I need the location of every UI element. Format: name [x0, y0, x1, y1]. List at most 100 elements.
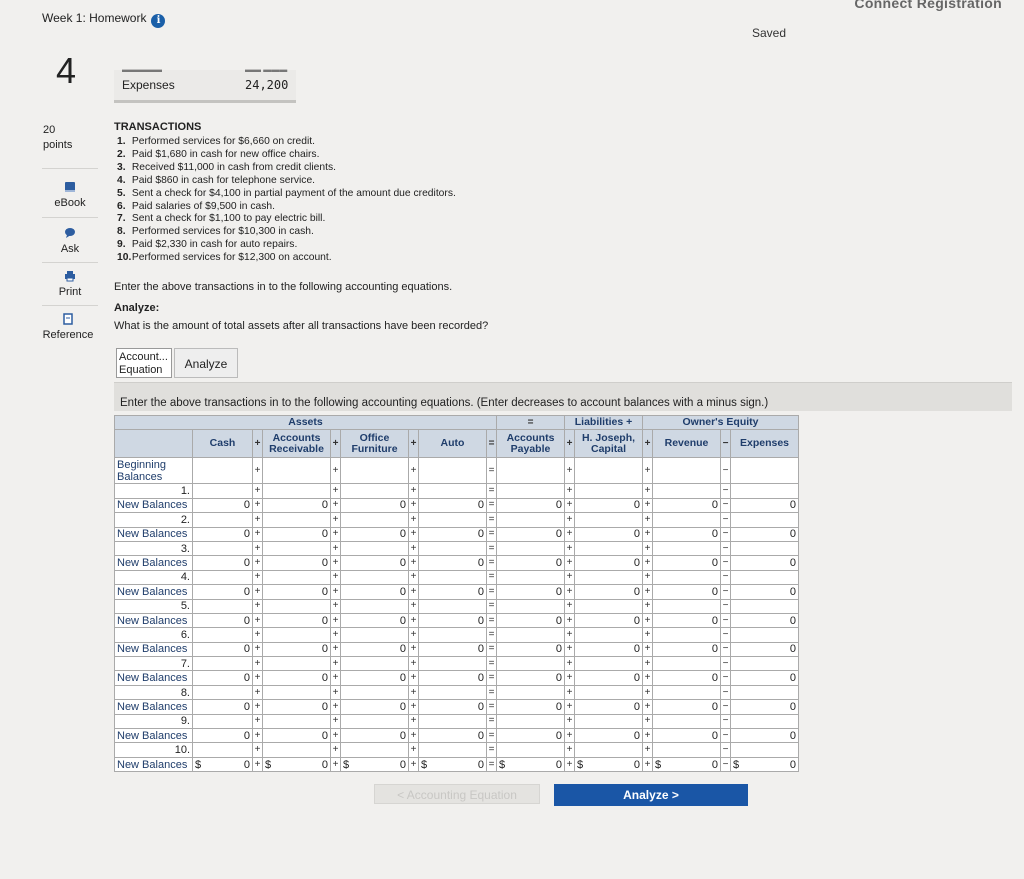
- input-office-furniture[interactable]: [340, 483, 409, 499]
- input-accounts-payable[interactable]: [496, 742, 565, 758]
- input-capital[interactable]: [574, 569, 643, 586]
- input-revenue[interactable]: [652, 483, 721, 499]
- input-expenses[interactable]: [730, 569, 799, 586]
- input-auto[interactable]: [418, 512, 487, 528]
- input-accounts-payable[interactable]: [496, 627, 565, 643]
- ask-button[interactable]: Ask: [42, 227, 98, 255]
- input-expenses[interactable]: [730, 540, 799, 557]
- input-auto[interactable]: [418, 713, 487, 730]
- input-capital[interactable]: [574, 627, 643, 643]
- input-expenses[interactable]: [730, 457, 799, 485]
- tab-accounting-equation[interactable]: Account... Equation: [116, 348, 172, 378]
- input-revenue[interactable]: [652, 457, 721, 485]
- prev-accounting-equation-button[interactable]: < Accounting Equation: [374, 784, 540, 804]
- input-accounts-payable[interactable]: [496, 512, 565, 528]
- input-expenses[interactable]: [730, 627, 799, 643]
- info-icon[interactable]: i: [151, 14, 166, 28]
- input-accounts-payable[interactable]: [496, 598, 565, 614]
- input-revenue[interactable]: [652, 569, 721, 586]
- input-accounts-receivable[interactable]: [262, 627, 331, 643]
- input-revenue[interactable]: [652, 656, 721, 672]
- input-auto[interactable]: [418, 627, 487, 643]
- input-cash[interactable]: [192, 684, 253, 701]
- dollar-sign: $: [265, 758, 272, 771]
- input-accounts-receivable[interactable]: [262, 457, 331, 485]
- input-auto[interactable]: [418, 540, 487, 557]
- input-accounts-receivable[interactable]: [262, 540, 331, 557]
- input-capital[interactable]: [574, 742, 643, 758]
- input-accounts-receivable[interactable]: [262, 656, 331, 672]
- input-revenue[interactable]: [652, 713, 721, 730]
- next-analyze-button[interactable]: Analyze >: [554, 784, 748, 806]
- input-cash[interactable]: [192, 627, 253, 643]
- input-capital[interactable]: [574, 483, 643, 499]
- input-auto[interactable]: [418, 598, 487, 614]
- input-accounts-payable[interactable]: [496, 483, 565, 499]
- input-cash[interactable]: [192, 483, 253, 499]
- input-expenses[interactable]: [730, 512, 799, 528]
- input-auto[interactable]: [418, 457, 487, 485]
- input-office-furniture[interactable]: [340, 713, 409, 730]
- input-accounts-payable[interactable]: [496, 684, 565, 701]
- input-office-furniture[interactable]: [340, 598, 409, 614]
- input-accounts-receivable[interactable]: [262, 713, 331, 730]
- ebook-button[interactable]: eBook: [42, 181, 98, 209]
- input-accounts-payable[interactable]: [496, 457, 565, 485]
- input-capital[interactable]: [574, 684, 643, 701]
- plus-sign: +: [642, 627, 653, 643]
- input-capital[interactable]: [574, 540, 643, 557]
- input-accounts-receivable[interactable]: [262, 598, 331, 614]
- input-revenue[interactable]: [652, 627, 721, 643]
- input-office-furniture[interactable]: [340, 742, 409, 758]
- input-accounts-receivable[interactable]: [262, 483, 331, 499]
- input-office-furniture[interactable]: [340, 656, 409, 672]
- input-office-furniture[interactable]: [340, 627, 409, 643]
- input-accounts-payable[interactable]: [496, 713, 565, 730]
- input-revenue[interactable]: [652, 598, 721, 614]
- input-cash[interactable]: [192, 512, 253, 528]
- input-office-furniture[interactable]: [340, 512, 409, 528]
- input-capital[interactable]: [574, 598, 643, 614]
- input-expenses[interactable]: [730, 483, 799, 499]
- input-cash[interactable]: [192, 656, 253, 672]
- input-accounts-payable[interactable]: [496, 569, 565, 586]
- input-accounts-payable[interactable]: [496, 540, 565, 557]
- input-capital[interactable]: [574, 656, 643, 672]
- input-cash[interactable]: [192, 742, 253, 758]
- input-accounts-receivable[interactable]: [262, 742, 331, 758]
- input-accounts-receivable[interactable]: [262, 684, 331, 701]
- input-auto[interactable]: [418, 483, 487, 499]
- input-auto[interactable]: [418, 656, 487, 672]
- input-revenue[interactable]: [652, 684, 721, 701]
- input-office-furniture[interactable]: [340, 540, 409, 557]
- input-expenses[interactable]: [730, 684, 799, 701]
- input-capital[interactable]: [574, 457, 643, 485]
- print-button[interactable]: Print: [42, 270, 98, 298]
- input-expenses[interactable]: [730, 742, 799, 758]
- reference-button[interactable]: Reference: [40, 313, 96, 341]
- amount-capital: 0: [574, 670, 643, 686]
- input-accounts-payable[interactable]: [496, 656, 565, 672]
- tab-analyze[interactable]: Analyze: [174, 348, 238, 378]
- input-accounts-receivable[interactable]: [262, 512, 331, 528]
- input-revenue[interactable]: [652, 512, 721, 528]
- input-expenses[interactable]: [730, 598, 799, 614]
- input-auto[interactable]: [418, 742, 487, 758]
- input-revenue[interactable]: [652, 742, 721, 758]
- input-capital[interactable]: [574, 713, 643, 730]
- input-cash[interactable]: [192, 457, 253, 485]
- input-auto[interactable]: [418, 569, 487, 586]
- input-accounts-receivable[interactable]: [262, 569, 331, 586]
- input-cash[interactable]: [192, 540, 253, 557]
- input-expenses[interactable]: [730, 656, 799, 672]
- input-office-furniture[interactable]: [340, 457, 409, 485]
- input-cash[interactable]: [192, 713, 253, 730]
- input-cash[interactable]: [192, 569, 253, 586]
- input-revenue[interactable]: [652, 540, 721, 557]
- input-expenses[interactable]: [730, 713, 799, 730]
- input-office-furniture[interactable]: [340, 684, 409, 701]
- input-auto[interactable]: [418, 684, 487, 701]
- input-capital[interactable]: [574, 512, 643, 528]
- input-office-furniture[interactable]: [340, 569, 409, 586]
- input-cash[interactable]: [192, 598, 253, 614]
